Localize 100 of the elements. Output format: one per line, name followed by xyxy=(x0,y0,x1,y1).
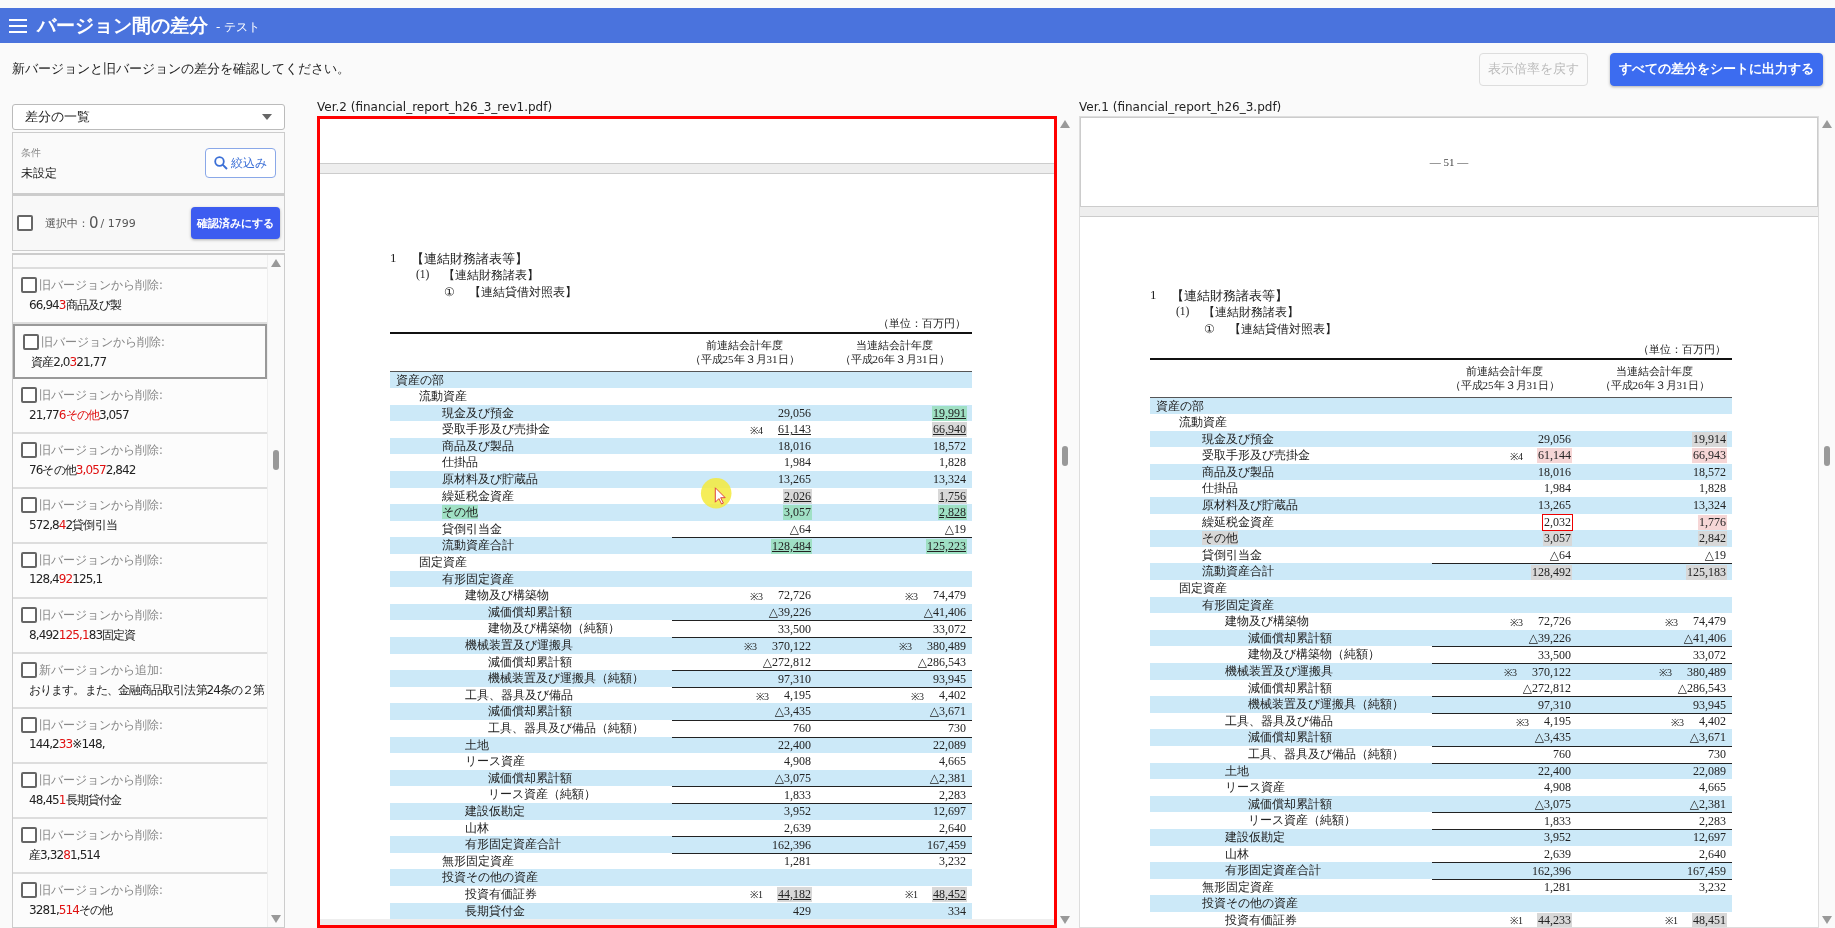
amount: 3,232 xyxy=(1698,880,1727,896)
scrollbar[interactable] xyxy=(267,255,284,927)
row-label: 有形固定資産 xyxy=(442,571,514,586)
amount: 33,500 xyxy=(1537,647,1572,663)
item-checkbox[interactable] xyxy=(21,772,37,788)
amount: △286,543 xyxy=(916,654,967,670)
footnote-mark: ※3 xyxy=(756,689,769,703)
amount: △3,671 xyxy=(928,704,967,720)
filter-button[interactable]: 絞込み xyxy=(205,148,276,178)
row-label: 貸倒引当金 xyxy=(1202,547,1262,562)
section-number: 1 xyxy=(1150,287,1157,304)
item-checkbox[interactable] xyxy=(21,387,37,403)
condition-label: 条件 xyxy=(21,145,42,160)
scroll-thumb[interactable] xyxy=(1062,446,1068,466)
amount: △19 xyxy=(1703,547,1727,563)
row-label: 減価償却累計額 xyxy=(488,604,572,619)
amount: 2,842 xyxy=(1698,531,1727,547)
amount: 334 xyxy=(947,903,967,919)
footnote-mark: ※3 xyxy=(1504,666,1517,679)
row-label: 仕掛品 xyxy=(442,455,478,470)
page-subtitle: - テスト xyxy=(216,18,261,36)
diff-text: 48,451長期貸付金 xyxy=(28,792,123,809)
document-viewer[interactable] xyxy=(317,116,1057,928)
scroll-down-icon[interactable] xyxy=(271,915,281,923)
item-checkbox[interactable] xyxy=(21,662,37,678)
amount: 125,223 xyxy=(926,538,967,554)
amount: △39,226 xyxy=(1527,630,1572,646)
row-label: リース資産（純額） xyxy=(488,787,596,802)
column-header: 前連結会計年度 （平成25年３月31日） xyxy=(1448,365,1561,393)
item-checkbox[interactable] xyxy=(21,882,37,898)
footnote-mark: ※1 xyxy=(1665,914,1678,927)
amount: 12,697 xyxy=(932,804,967,820)
scroll-thumb[interactable] xyxy=(1824,446,1830,466)
menu-icon[interactable] xyxy=(9,18,27,33)
scroll-down-icon[interactable] xyxy=(1060,916,1070,924)
condition-value: 未設定 xyxy=(21,165,57,181)
amount: 13,324 xyxy=(1692,498,1727,514)
unit-label: （単位：百万円） xyxy=(1638,343,1726,355)
item-checkbox[interactable] xyxy=(21,827,37,843)
table-heading: 【連結貸借対照表】 xyxy=(1229,322,1337,337)
amount: △286,543 xyxy=(1676,680,1727,696)
row-label: 機械装置及び運搬具（純額） xyxy=(488,671,644,686)
amount: 4,402 xyxy=(938,688,967,704)
item-checkbox[interactable] xyxy=(21,442,37,458)
subsection-number: (1) xyxy=(416,268,430,283)
footnote-mark: ※4 xyxy=(750,423,763,437)
row-label: 無形固定資産 xyxy=(1202,879,1274,894)
column-header: 前連結会計年度 （平成25年３月31日） xyxy=(688,339,801,367)
amount: 61,143 xyxy=(777,422,812,438)
row-label: 減価償却累計額 xyxy=(488,770,572,785)
document-title: Ver.1 (financial_report_h26_3.pdf) xyxy=(1079,99,1283,116)
item-checkbox[interactable] xyxy=(21,552,37,568)
row-label: 流動資産 xyxy=(1179,415,1227,430)
amount: 13,265 xyxy=(1537,498,1572,514)
scroll-down-icon[interactable] xyxy=(1822,916,1832,924)
diff-type-label: 旧バージョンから削除: xyxy=(39,827,163,843)
amount: 380,489 xyxy=(926,638,967,654)
item-checkbox[interactable] xyxy=(23,334,39,350)
amount: 2,828 xyxy=(938,505,967,521)
scroll-up-icon[interactable] xyxy=(1060,120,1070,128)
diff-text: 572,842貸倒引当 xyxy=(28,517,118,534)
page-title: バージョン間の差分 xyxy=(37,12,208,38)
amount: 370,122 xyxy=(771,638,812,654)
row-label: 減価償却累計額 xyxy=(1248,796,1332,811)
row-label: その他 xyxy=(442,505,478,520)
row-label: 固定資産 xyxy=(1179,581,1227,596)
diff-list-item[interactable]: 旧バージョンから削除: 資産2,0321,77 xyxy=(13,324,267,379)
scroll-up-icon[interactable] xyxy=(1822,120,1832,128)
row-label: 減価償却累計額 xyxy=(1248,680,1332,695)
diff-text: 8,492125,183固定資 xyxy=(28,627,137,644)
item-checkbox[interactable] xyxy=(21,277,37,293)
scroll-thumb[interactable] xyxy=(273,450,279,470)
amount: 13,324 xyxy=(932,472,967,488)
row-label: 貸倒引当金 xyxy=(442,521,502,536)
row-label: 土地 xyxy=(465,737,489,752)
subsection-heading: 【連結財務諸表】 xyxy=(443,268,540,283)
diff-type-label: 旧バージョンから削除: xyxy=(39,552,163,568)
diff-type-label: 旧バージョンから削除: xyxy=(39,772,163,788)
amount: 125,183 xyxy=(1686,564,1727,580)
amount: 2,640 xyxy=(938,820,967,836)
item-checkbox[interactable] xyxy=(21,497,37,513)
diff-text: 76その他3,0572,842 xyxy=(28,462,137,479)
select-all-checkbox[interactable] xyxy=(17,215,33,231)
row-label: 商品及び製品 xyxy=(442,438,514,453)
scroll-up-icon[interactable] xyxy=(271,259,281,267)
amount: △41,406 xyxy=(922,604,967,620)
row-label: リース資産 xyxy=(465,754,525,769)
item-checkbox[interactable] xyxy=(21,607,37,623)
item-checkbox[interactable] xyxy=(21,717,37,733)
confirm-button[interactable]: 確認済みにする xyxy=(191,207,280,239)
list-dropdown[interactable]: 差分の一覧 xyxy=(12,104,285,130)
export-button[interactable]: すべての差分をシートに出力する xyxy=(1610,53,1823,86)
diff-type-label: 新バージョンから追加: xyxy=(39,662,163,678)
row-label: 現金及び預金 xyxy=(442,405,514,420)
amount: 18,016 xyxy=(777,438,812,454)
amount: △39,226 xyxy=(767,604,812,620)
amount: △272,812 xyxy=(761,654,812,670)
amount: 4,908 xyxy=(783,754,812,770)
row-label: 固定資産 xyxy=(419,555,467,570)
row-label: その他 xyxy=(1202,531,1238,546)
